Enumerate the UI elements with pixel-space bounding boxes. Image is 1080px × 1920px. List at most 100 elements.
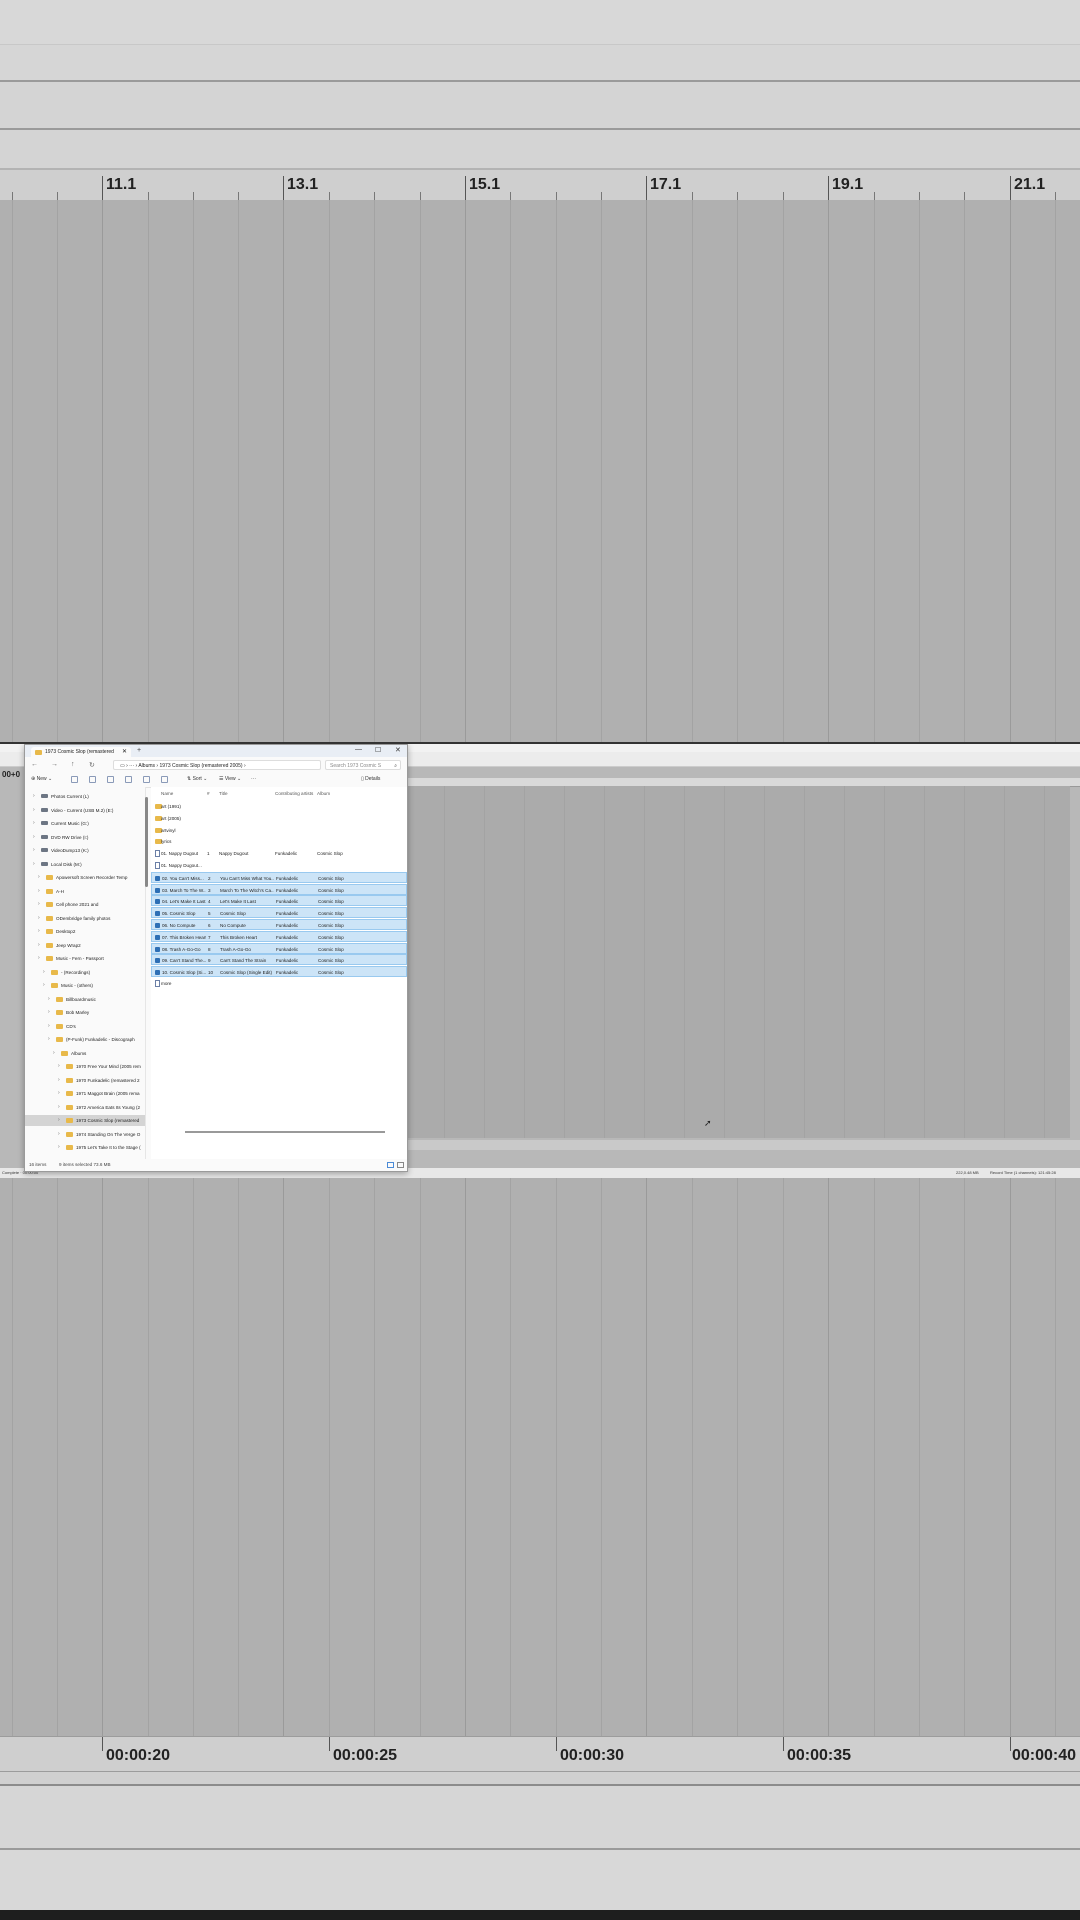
file-explorer-window[interactable]: 1973 Cosmic Slop (remastered ✕ + — ☐ ✕ ←… — [24, 744, 408, 1172]
nav-item[interactable]: › 1973 Cosmic Slop (remastered — [25, 1115, 145, 1126]
sort-button[interactable]: ⇅ Sort ⌄ — [187, 776, 207, 782]
chevron-right-icon[interactable]: › — [48, 1034, 50, 1045]
checkbox-icon[interactable] — [155, 899, 160, 905]
up-arrow-icon[interactable]: ↑ — [71, 761, 75, 768]
nav-item[interactable]: › A-H — [25, 886, 145, 897]
share-icon[interactable] — [143, 776, 150, 783]
chevron-right-icon[interactable]: › — [58, 1088, 60, 1099]
track-area-lower[interactable] — [0, 1178, 1080, 1736]
nav-scrollbar[interactable] — [145, 797, 148, 887]
nav-item[interactable]: › Photos Current (L) — [25, 791, 145, 802]
nav-item[interactable]: › DVD RW Drive (I:) — [25, 832, 145, 843]
nav-item[interactable]: › Current Music (G:) — [25, 818, 145, 829]
file-list[interactable]: Name # Title Contributing artists Album … — [151, 787, 407, 1159]
forward-arrow-icon[interactable]: → — [51, 761, 58, 768]
chevron-right-icon[interactable]: › — [38, 872, 40, 883]
checkbox-icon[interactable] — [155, 934, 160, 940]
tiles-view-icon[interactable] — [397, 1162, 404, 1168]
chevron-right-icon[interactable]: › — [58, 1075, 60, 1086]
nav-item[interactable]: › Billboardmusic — [25, 994, 145, 1005]
chevron-right-icon[interactable]: › — [48, 1007, 50, 1018]
nav-item[interactable]: › Cell phone 2021 and — [25, 899, 145, 910]
cut-icon[interactable] — [71, 776, 78, 783]
breadcrumb-current[interactable]: 1973 Cosmic Slop (remastered 2005) — [159, 763, 242, 769]
nav-item[interactable]: › Music - Fern - Passport — [25, 953, 145, 964]
maximize-button[interactable]: ☐ — [375, 746, 381, 754]
nav-item[interactable]: › Music - (others) — [25, 980, 145, 991]
chevron-right-icon[interactable]: › — [43, 980, 45, 991]
horizontal-scrollbar[interactable] — [185, 1131, 385, 1133]
chevron-right-icon[interactable]: › — [58, 1115, 60, 1126]
checkbox-icon[interactable] — [155, 875, 160, 881]
chevron-right-icon[interactable]: › — [58, 1129, 60, 1140]
chevron-right-icon[interactable]: › — [48, 994, 50, 1005]
nav-item[interactable]: › ODembridge family photos — [25, 913, 145, 924]
file-row[interactable]: 05. Cosmic Slop 5 Cosmic Slop Funkadelic Cos… — [151, 907, 407, 919]
paste-icon[interactable] — [107, 776, 114, 783]
file-row[interactable]: artvinyl — [151, 825, 407, 836]
checkbox-icon[interactable] — [155, 923, 160, 928]
nav-item[interactable]: › Apowersoft Screen Recorder Temp — [25, 872, 145, 883]
timeline-ruler-top[interactable]: 11.1 13.1 15.1 17.1 19.1 21.1 — [0, 170, 1080, 201]
file-row[interactable]: 10. Cosmic Slop (Si... 10 Cosmic Slop (Sin… — [151, 966, 407, 978]
checkbox-icon[interactable] — [155, 970, 160, 976]
close-tab-icon[interactable]: ✕ — [122, 747, 127, 757]
file-row[interactable]: 09. Can't Stand The... 9 Can't Stand The S… — [151, 954, 407, 966]
file-row[interactable]: 04. Let's Make It Last 4 Let's Make It Las… — [151, 895, 407, 907]
minimize-button[interactable]: — — [355, 746, 362, 753]
column-header-title[interactable]: Title — [219, 789, 228, 799]
back-arrow-icon[interactable]: ← — [31, 761, 38, 768]
view-button[interactable]: ☰ View ⌄ — [219, 776, 241, 782]
column-header-artists[interactable]: Contributing artists — [275, 789, 313, 799]
file-row[interactable]: art (1991) — [151, 801, 407, 812]
chevron-right-icon[interactable]: › — [33, 791, 35, 802]
file-row[interactable]: 07. This Broken Heart 7 This Broken Heart F… — [151, 930, 407, 942]
search-input[interactable]: Search 1973 Cosmic S ⌕ — [325, 760, 401, 770]
column-header-name[interactable]: Name — [161, 789, 173, 799]
details-view-icon[interactable] — [387, 1162, 394, 1168]
new-button[interactable]: ⊕ New ⌄ — [31, 776, 52, 782]
chevron-right-icon[interactable]: › — [33, 832, 35, 843]
chevron-right-icon[interactable]: › — [48, 1021, 50, 1032]
navigation-pane[interactable]: › Photos Current (L) › Video - Current (USB… — [25, 787, 146, 1159]
file-row[interactable]: lyrics — [151, 836, 407, 847]
file-row[interactable]: 01. Nappy Dugout 1 Nappy Dugout Funkadelic C… — [151, 848, 407, 859]
file-row[interactable]: more — [151, 978, 407, 989]
nav-item[interactable]: › CD's — [25, 1021, 145, 1032]
file-row[interactable]: 03. March To The W... 3 March To The Witch… — [151, 883, 407, 895]
rename-icon[interactable] — [125, 776, 132, 783]
chevron-right-icon[interactable]: › — [38, 899, 40, 910]
close-window-button[interactable]: ✕ — [395, 746, 401, 754]
explorer-tab[interactable]: 1973 Cosmic Slop (remastered ✕ — [31, 747, 131, 757]
chevron-right-icon[interactable]: › — [58, 1142, 60, 1153]
nav-item[interactable]: › 1971 Maggot Brain (2005 rema — [25, 1088, 145, 1099]
chevron-right-icon[interactable]: › — [33, 805, 35, 816]
nav-item[interactable]: › Video - Current (USB M.2) (E:) — [25, 805, 145, 816]
checkbox-icon[interactable] — [155, 958, 160, 964]
chevron-right-icon[interactable]: › — [38, 886, 40, 897]
chevron-right-icon[interactable]: › — [58, 1102, 60, 1113]
nav-item[interactable]: › VideoDump13 (K:) — [25, 845, 145, 856]
chevron-right-icon[interactable]: › — [33, 859, 35, 870]
breadcrumb[interactable]: ▭ › ··· › Albums › 1973 Cosmic Slop (rem… — [113, 760, 321, 770]
new-tab-button[interactable]: + — [137, 747, 141, 754]
file-row[interactable]: 01. Nappy Dugout... — [151, 860, 407, 871]
timeline-ruler-bottom[interactable]: 00:00:20 00:00:25 00:00:30 00:00:35 00:0… — [0, 1736, 1080, 1772]
track-area-upper[interactable] — [0, 200, 1080, 742]
file-row[interactable]: 02. You Can't Miss... 2 You Can't Miss Wha… — [151, 871, 407, 883]
column-header-album[interactable]: Album — [317, 789, 330, 799]
nav-item[interactable]: › Jeep Wrap2 — [25, 940, 145, 951]
chevron-right-icon[interactable]: › — [53, 1048, 55, 1059]
file-row[interactable]: art (2005) — [151, 813, 407, 824]
nav-item[interactable]: › Local Disk (M:) — [25, 859, 145, 870]
chevron-right-icon[interactable]: › — [43, 967, 45, 978]
nav-item[interactable]: › (P-Funk) Funkadelic - Discograph — [25, 1034, 145, 1045]
nav-item[interactable]: › 1975 Let's Take It to the Stage ( — [25, 1142, 145, 1153]
nav-item[interactable]: › 1970 Free Your Mind (2005 rem — [25, 1061, 145, 1072]
checkbox-icon[interactable] — [155, 887, 160, 893]
more-options-button[interactable]: ··· — [251, 776, 256, 782]
refresh-icon[interactable]: ↻ — [89, 761, 95, 769]
delete-icon[interactable] — [161, 776, 168, 783]
chevron-right-icon[interactable]: › — [38, 953, 40, 964]
nav-item[interactable]: › Desktop2 — [25, 926, 145, 937]
